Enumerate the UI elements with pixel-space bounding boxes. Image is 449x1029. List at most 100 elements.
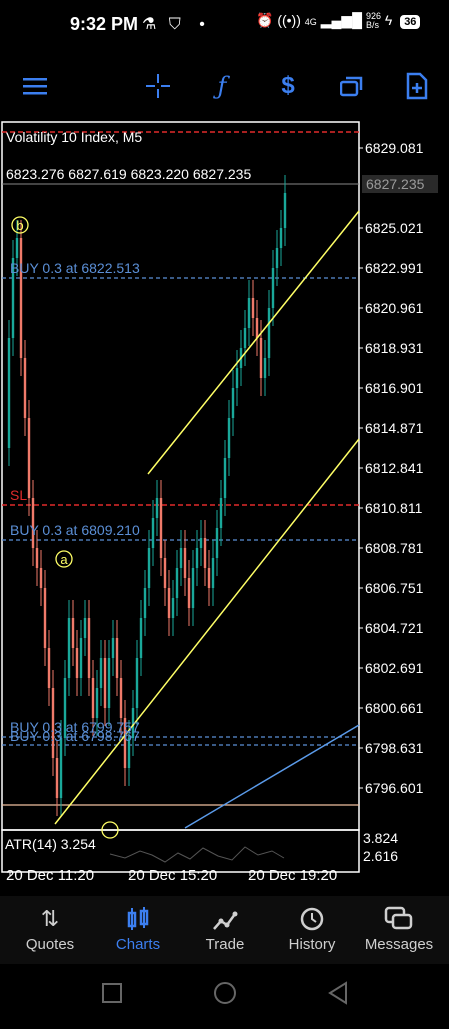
price-scale-label: 6808.781 — [365, 540, 424, 556]
home-icon[interactable] — [214, 982, 236, 1004]
quotes-icon: ⇅ — [40, 906, 60, 931]
price-scale-label: 6820.961 — [365, 300, 424, 316]
candle-body — [263, 358, 267, 378]
nav-trade[interactable]: Trade — [180, 896, 270, 964]
atr-scale-top: 3.824 — [363, 830, 398, 846]
trend-line[interactable] — [184, 724, 360, 829]
flask-icon: ⚗ — [142, 16, 157, 33]
candle-body — [27, 418, 31, 498]
candle-body — [67, 618, 71, 678]
candle-body — [255, 318, 259, 338]
candle-body — [23, 358, 27, 418]
dot-icon: • — [199, 16, 205, 33]
candle-body — [159, 498, 163, 558]
candle-body — [59, 738, 63, 798]
atr-scale-bottom: 2.616 — [363, 848, 398, 864]
alarm-icon: ⏰ — [256, 12, 274, 28]
chart-toolbar: ƒ $ — [0, 52, 449, 118]
candle-body — [143, 588, 147, 618]
price-scale-label: 6829.081 — [365, 140, 424, 156]
network-speed: 926 B/s — [366, 12, 381, 30]
nav-messages-label: Messages — [364, 936, 434, 953]
candle-body — [55, 758, 59, 798]
nav-quotes-label: Quotes — [25, 936, 75, 953]
candle-body — [251, 298, 255, 318]
price-scale-label: 6822.991 — [365, 260, 424, 276]
price-scale-label: 6812.841 — [365, 460, 424, 476]
channel-lower-line[interactable] — [54, 438, 360, 825]
candle-body — [15, 238, 19, 258]
candle-body — [91, 678, 95, 718]
price-scale-label: 6814.871 — [365, 420, 424, 436]
candle-body — [167, 588, 171, 618]
candle-body — [223, 458, 227, 498]
candle-body — [267, 308, 271, 358]
bottom-nav: ⇅ Quotes Charts Trade History Messages — [0, 896, 449, 964]
nav-quotes[interactable]: ⇅ Quotes — [5, 896, 95, 964]
atr-label: ATR(14) 3.254 — [5, 836, 96, 852]
menu-icon[interactable] — [17, 68, 53, 104]
price-scale-label: 6798.631 — [365, 740, 424, 756]
candle-body — [135, 658, 139, 708]
price-scale-label: 6804.721 — [365, 620, 424, 636]
network-type: 4G — [304, 17, 317, 27]
windows-icon[interactable] — [334, 68, 370, 104]
recents-icon[interactable] — [102, 983, 122, 1003]
nav-charts[interactable]: Charts — [93, 896, 183, 964]
indicators-icon[interactable]: ƒ — [204, 68, 240, 104]
price-scale-label: 6796.601 — [365, 780, 424, 796]
candle-body — [35, 548, 39, 568]
candle-body — [207, 568, 211, 588]
channel-upper-line[interactable] — [147, 210, 360, 475]
candle-body — [279, 228, 283, 248]
sl-label: SL — [10, 487, 27, 503]
symbols-icon[interactable]: $ — [270, 68, 306, 104]
crosshair-icon[interactable] — [140, 68, 176, 104]
wave-label-a: a — [60, 552, 68, 567]
candle-body — [203, 538, 207, 568]
symbol-title: Volatility 10 Index, M5 — [6, 129, 142, 145]
candle-body — [83, 618, 87, 638]
candle-body — [115, 638, 119, 678]
candle-body — [235, 368, 239, 388]
price-scale-label: 6802.691 — [365, 660, 424, 676]
status-time: 9:32 PM — [70, 14, 139, 34]
nav-messages[interactable]: Messages — [354, 896, 444, 964]
shield-icon: ⛉ — [168, 16, 181, 33]
candle-body — [187, 578, 191, 608]
candle-body — [215, 528, 219, 558]
candle-body — [191, 568, 195, 608]
price-scale-label: 6816.901 — [365, 380, 424, 396]
date-label-2: 20 Dec 15:20 — [128, 867, 217, 884]
order-label-buy-2: BUY 0.3 at 6809.210 — [10, 522, 140, 538]
candle-body — [283, 193, 287, 228]
candle-body — [151, 518, 155, 548]
candle-body — [119, 678, 123, 718]
back-icon[interactable] — [328, 981, 347, 1005]
candle-body — [171, 598, 175, 618]
candle-body — [95, 688, 99, 718]
price-scale-label: 6810.811 — [365, 500, 423, 516]
candle-body — [243, 328, 247, 348]
candle-body — [231, 388, 235, 418]
ohlc-values: 6823.276 6827.619 6823.220 6827.235 — [6, 166, 251, 182]
date-label-1: 20 Dec 11:20 — [6, 867, 94, 884]
system-nav-bar — [0, 964, 449, 1024]
candle-body — [139, 618, 143, 658]
nav-history-label: History — [288, 936, 336, 953]
candle-body — [275, 248, 279, 268]
candle-body — [211, 558, 215, 588]
candle-body — [179, 548, 183, 568]
new-order-icon[interactable] — [399, 68, 435, 104]
status-notification-icons: ⚗ ⛉ • — [142, 14, 205, 34]
order-label-buy-4: BUY 0.3 at 6798.767 — [10, 728, 140, 744]
nav-history[interactable]: History — [267, 896, 357, 964]
candle-body — [271, 268, 275, 308]
chart-canvas[interactable]: BUY 0.3 at 6822.513 SL BUY 0.3 at 6809.2… — [0, 118, 449, 896]
status-system-icons: ⏰ ((•)) 4G ▂▄▆█ 926 B/s ϟ 36 — [256, 12, 421, 30]
price-chart[interactable]: BUY 0.3 at 6822.513 SL BUY 0.3 at 6809.2… — [0, 118, 449, 896]
candle-body — [247, 298, 251, 328]
candle-body — [227, 418, 231, 458]
charts-icon — [93, 896, 183, 932]
candle-body — [79, 638, 83, 678]
